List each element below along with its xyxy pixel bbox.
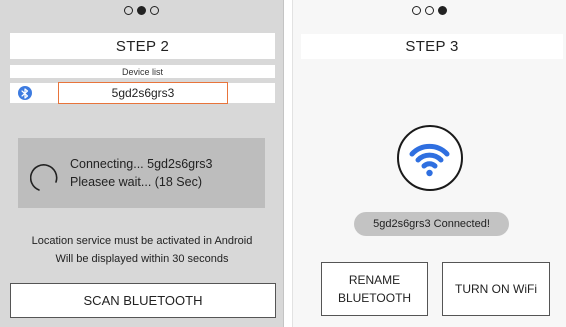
connected-status-badge: 5gd2s6grs3 Connected! — [354, 212, 509, 236]
spinner-icon — [30, 164, 58, 191]
page-dot-1 — [124, 6, 133, 15]
page-dot-1 — [412, 6, 421, 15]
wait-line: Pleasee wait... (18 Sec) — [70, 175, 203, 189]
wifi-icon — [409, 143, 450, 177]
scan-bluetooth-button[interactable]: SCAN BLUETOOTH — [10, 283, 276, 318]
device-name-selected[interactable]: 5gd2s6grs3 — [58, 82, 228, 104]
device-list-item[interactable]: 5gd2s6grs3 — [10, 82, 275, 104]
page-indicator — [0, 6, 283, 15]
device-list-header: Device list — [10, 65, 275, 78]
rename-bluetooth-button[interactable]: RENAME BLUETOOTH — [321, 262, 428, 316]
step-title: STEP 3 — [301, 34, 563, 59]
bluetooth-icon — [18, 86, 32, 100]
connecting-line: Connecting... 5gd2s6grs3 — [70, 157, 213, 171]
wifi-status-circle — [397, 125, 463, 191]
page-dot-3 — [150, 6, 159, 15]
page-dot-2 — [425, 6, 434, 15]
connecting-status-box: Connecting... 5gd2s6grs3 Pleasee wait...… — [18, 138, 265, 208]
page-indicator — [293, 6, 566, 15]
location-info-text: Location service must be activated in An… — [0, 232, 284, 268]
rename-label-line-2: BLUETOOTH — [337, 291, 412, 305]
location-info-line-1: Location service must be activated in An… — [31, 235, 253, 247]
step-2-panel: STEP 2 Device list 5gd2s6grs3 Connecting… — [0, 0, 284, 327]
rename-label-line-1: RENAME — [348, 273, 401, 287]
page-dot-2-active — [137, 6, 146, 15]
step-3-panel: STEP 3 5gd2s6grs3 Connected! RENAME BLUE… — [292, 0, 566, 327]
page-dot-3-active — [438, 6, 447, 15]
step-title: STEP 2 — [10, 33, 275, 59]
turn-on-wifi-button[interactable]: TURN ON WiFi — [442, 262, 550, 316]
location-info-line-2: Will be displayed within 30 seconds — [55, 253, 229, 265]
connecting-text: Connecting... 5gd2s6grs3 Pleasee wait...… — [70, 155, 212, 191]
